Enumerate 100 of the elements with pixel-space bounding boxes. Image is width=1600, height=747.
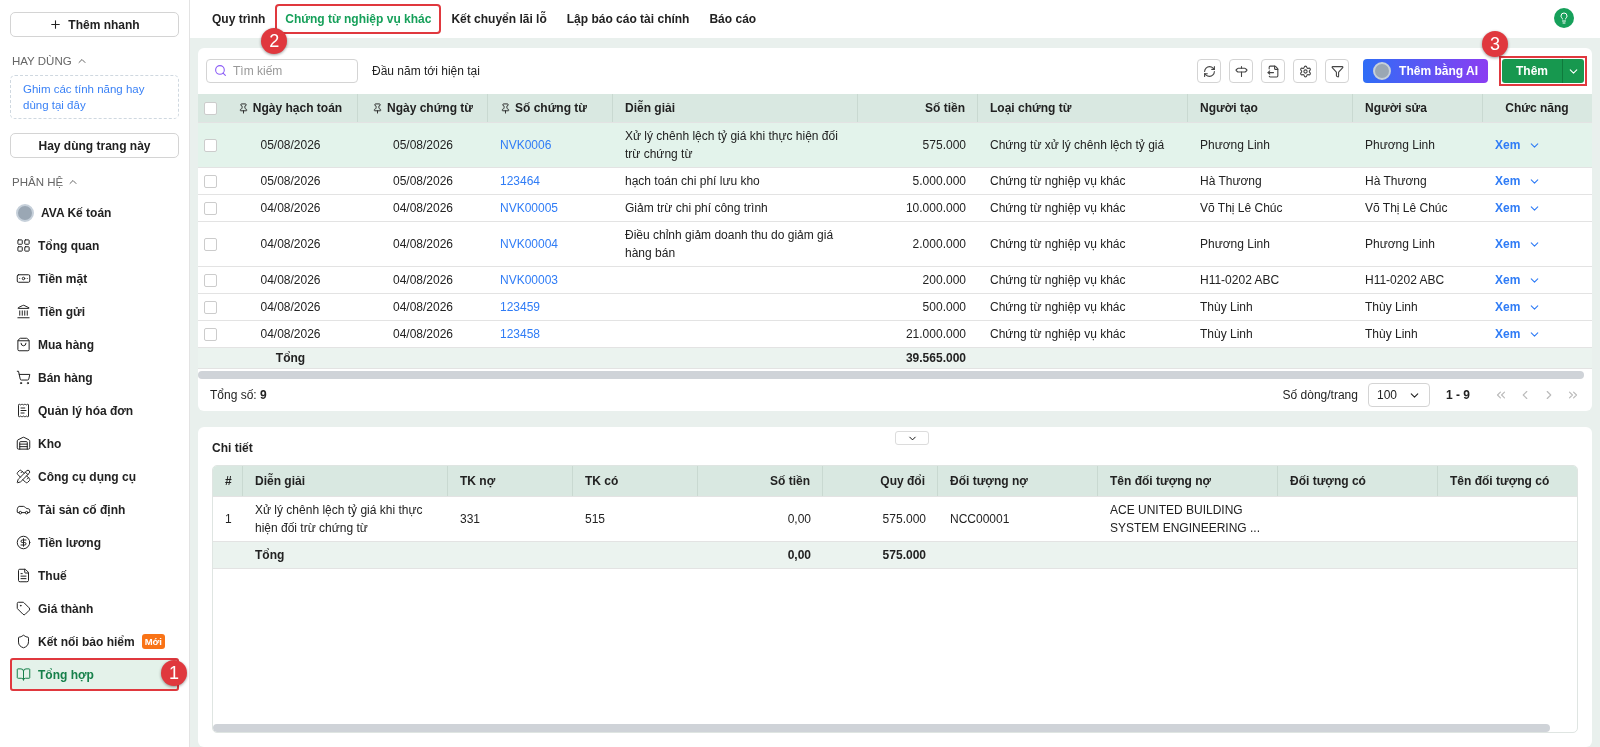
column-header[interactable]: Loại chứng từ	[978, 94, 1188, 122]
document-link[interactable]: NVK0006	[500, 136, 552, 154]
pin-page-button[interactable]: Hay dùng trang này	[10, 133, 179, 158]
sidebar-item[interactable]: Công cụ dụng cụ	[10, 460, 179, 493]
view-link[interactable]: Xem	[1495, 271, 1521, 289]
table-cell-text: Hà Thương	[1365, 173, 1427, 190]
column-header: TK nợ	[448, 466, 573, 496]
table-cell-text: 04/08/2026	[392, 326, 454, 343]
table-row[interactable]: 05/08/2026 05/08/2026 NVK0006 Xử lý chênh lệch tỷ giá khi thực hiện đối trừ chứng từ 575.000 Chứng từ xử lý chênh lệch tỷ giá Phương Linh Phương Linh Xem	[198, 123, 1592, 168]
callout-number: 3	[1482, 31, 1508, 57]
table-cell-text: 575.000	[922, 137, 966, 154]
sidebar-item[interactable]: Kết nối bảo hiểm Mới	[10, 625, 179, 658]
table-cell-text: 0,00	[787, 511, 811, 528]
table-cell-text: 2.000.000	[912, 236, 966, 253]
table-cell-text: 200.000	[922, 272, 966, 289]
callout-number: 2	[261, 28, 288, 54]
page-size-label: Số dòng/trang	[1282, 388, 1358, 402]
table-cell-text: 05/08/2026	[260, 173, 321, 190]
sidebar-item[interactable]: Giá thành	[10, 592, 179, 625]
table-cell-text: Hà Thương	[1200, 173, 1262, 190]
section-title: PHÂN HỆ	[12, 176, 64, 188]
table-cell-text: 04/08/2026	[392, 236, 454, 253]
sidebar-item[interactable]: Quản lý hóa đơn	[10, 394, 179, 427]
view-link[interactable]: Xem	[1495, 235, 1521, 253]
table-cell-text: Võ Thị Lê Chúc	[1365, 200, 1448, 217]
tab[interactable]: Kết chuyển lãi lỗ	[443, 6, 555, 32]
document-link[interactable]: 123458	[500, 325, 541, 343]
sidebar-item[interactable]: Tiền lương	[10, 526, 179, 559]
table-cell-text: Võ Thị Lê Chúc	[1200, 200, 1283, 217]
column-header[interactable]: Chức năng	[1483, 94, 1592, 122]
sidebar-item[interactable]: Thuế	[10, 559, 179, 592]
document-link[interactable]: NVK00003	[500, 271, 559, 289]
table-cell-text: Chứng từ nghiệp vụ khác	[990, 236, 1126, 253]
column-header[interactable]: Số chứng từ	[488, 94, 613, 122]
table-cell-text: Chứng từ nghiệp vụ khác	[990, 272, 1126, 289]
column-header[interactable]: Ngày hạch toán	[223, 94, 358, 122]
column-header[interactable]: Số tiền	[858, 94, 978, 122]
table-cell-text: ACE UNITED BUILDING SYSTEM ENGINEERING ...	[1110, 502, 1262, 537]
tab[interactable]: Lập báo cáo tài chính	[558, 6, 698, 32]
section-title: Chi tiết	[212, 441, 254, 455]
table-cell-text: Giảm trừ chi phí công trình	[625, 200, 768, 217]
table-cell-text: Phương Linh	[1200, 137, 1270, 154]
sidebar-item[interactable]: Tổng quan	[10, 229, 179, 262]
sidebar-item[interactable]: Bán hàng	[10, 361, 179, 394]
sidebar-item[interactable]: AVA Kế toán	[10, 196, 179, 229]
table-cell-text: 04/08/2026	[260, 236, 321, 253]
split-button[interactable]: Thêm	[1502, 59, 1584, 83]
record-count: Tổng số: 9	[210, 388, 267, 402]
column-header[interactable]: Ngày chứng từ	[358, 94, 488, 122]
column-header: #	[213, 466, 243, 496]
column-header: Đối tượng nợ	[938, 466, 1098, 496]
table-cell-text: Chứng từ xử lý chênh lệch tỷ giá	[990, 137, 1165, 154]
table-cell-text: Chứng từ nghiệp vụ khác	[990, 299, 1126, 316]
column-header: Tên đối tượng có	[1449, 473, 1551, 490]
table-cell-text: 04/08/2026	[392, 200, 454, 217]
add-with-ai-button[interactable]: Thêm bằng AI	[1363, 59, 1488, 83]
search-field[interactable]: Tìm kiếm	[206, 59, 358, 83]
document-link[interactable]: NVK00005	[500, 199, 559, 217]
sidebar-item[interactable]: Tài sản cố định	[10, 493, 179, 526]
view-link[interactable]: Xem	[1495, 298, 1521, 316]
table-cell-text: 04/08/2026	[260, 299, 321, 316]
table-cell-text: H11-0202 ABC	[1200, 272, 1280, 289]
document-link[interactable]: 123459	[500, 298, 541, 316]
total-label: Tổng	[275, 350, 306, 367]
column-header: Tên đối tượng nợ	[1098, 466, 1278, 496]
table-cell-text: 575.000	[882, 511, 926, 528]
sidebar-item[interactable]: Mua hàng	[10, 328, 179, 361]
table-cell-text: 1	[225, 511, 232, 528]
sidebar-item[interactable]: Tiền gửi	[10, 295, 179, 328]
document-link[interactable]: 123464	[500, 172, 541, 190]
table-cell-text: NCC00001	[950, 511, 1010, 528]
favorites-hint: Ghim các tính năng hay dùng tại đây	[10, 75, 179, 119]
table-cell-text: Chứng từ nghiệp vụ khác	[990, 326, 1126, 343]
page-size-select[interactable]: 100	[1368, 383, 1430, 407]
view-link[interactable]: Xem	[1495, 172, 1521, 190]
period-label[interactable]: Đầu năm tới hiện tại	[372, 64, 480, 78]
table-cell-text: hạch toán chi phí lưu kho	[625, 173, 760, 190]
column-header[interactable]: Diễn giải	[613, 94, 858, 122]
add-button[interactable]: Thêm	[1502, 59, 1562, 83]
section-title: HAY DÙNG	[12, 55, 72, 67]
table-cell-text: 05/08/2026	[392, 137, 454, 154]
document-link[interactable]: NVK00004	[500, 235, 559, 253]
column-header[interactable]: Người sửa	[1353, 94, 1483, 122]
sidebar-item[interactable]: Tiền mặt	[10, 262, 179, 295]
column-header: Số tiền	[698, 466, 823, 496]
sidebar-item[interactable]: Kho	[10, 427, 179, 460]
table-cell-text: Thùy Linh	[1200, 299, 1253, 316]
quick-add-button[interactable]: Thêm nhanh	[10, 12, 179, 37]
table-cell-text: H11-0202 ABC	[1365, 272, 1445, 289]
column-header: Quy đổi	[823, 466, 938, 496]
column-header: Đối tượng có	[1278, 466, 1438, 496]
view-link[interactable]: Xem	[1495, 199, 1521, 217]
table-cell-text: 21.000.000	[905, 326, 966, 343]
table-cell-text: 10.000.000	[905, 200, 966, 217]
new-badge: Mới	[141, 634, 165, 649]
tab[interactable]: Báo cáo	[701, 6, 765, 32]
view-link[interactable]: Xem	[1495, 325, 1521, 343]
column-header[interactable]: Người tạo	[1188, 94, 1353, 122]
table-cell-text: 331	[460, 511, 481, 528]
total-amount: 0,00	[787, 547, 811, 564]
